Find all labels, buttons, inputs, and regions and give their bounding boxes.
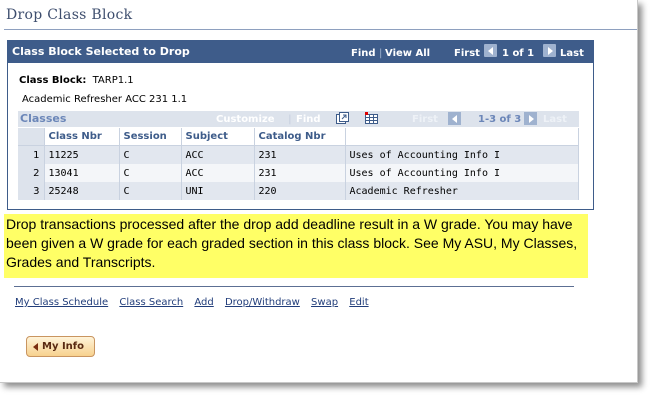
catalog-nbr-cell: 231 <box>254 164 346 182</box>
back-arrow-icon <box>33 342 38 351</box>
footer-divider <box>14 286 574 287</box>
description-cell: Academic Refresher <box>345 182 579 200</box>
session-cell: C <box>119 164 182 182</box>
session-cell: C <box>119 182 182 200</box>
grid-next-arrow-icon[interactable] <box>524 112 537 125</box>
classes-title: Classes <box>20 112 67 125</box>
subject-cell: ACC <box>181 164 255 182</box>
grid-separator: | <box>288 114 292 125</box>
catalog-nbr-cell: 220 <box>254 182 346 200</box>
main-window: Drop Class Block Class Block Selected to… <box>0 0 638 383</box>
view-all-icon[interactable] <box>336 112 349 124</box>
grid-range-label: 1-3 of 3 <box>478 114 522 125</box>
my-class-schedule-link[interactable]: My Class Schedule <box>15 297 108 308</box>
my-info-label: My Info <box>42 341 85 352</box>
catalog-nbr-cell: 231 <box>254 145 346 164</box>
subject-cell: ACC <box>181 145 255 164</box>
prev-arrow-icon[interactable] <box>484 44 497 57</box>
class-block-label: Class Block: <box>19 75 87 86</box>
customize-link[interactable]: Customize <box>216 114 275 125</box>
column-header: Session <box>119 128 182 146</box>
last-label: Last <box>560 48 584 59</box>
session-cell: C <box>119 145 182 164</box>
title-divider <box>4 29 637 30</box>
panel-header: Class Block Selected to Drop Find | View… <box>8 41 593 63</box>
next-arrow-icon[interactable] <box>543 44 556 57</box>
action-links: My Class Schedule Class Search Add Drop/… <box>15 297 377 308</box>
edit-link[interactable]: Edit <box>349 297 368 308</box>
panel-title: Class Block Selected to Drop <box>12 45 190 58</box>
subject-cell: UNI <box>181 182 255 200</box>
class-block-panel: Class Block Selected to Drop Find | View… <box>7 40 594 210</box>
grid-first-label: First <box>412 114 438 125</box>
column-header: Class Nbr <box>44 128 120 146</box>
class-block-value: TARP1.1 <box>92 75 134 86</box>
table-row: 2 13041 C ACC 231 Uses of Accounting Inf… <box>18 164 579 182</box>
table-row: 1 11225 C ACC 231 Uses of Accounting Inf… <box>18 145 579 164</box>
add-link[interactable]: Add <box>194 297 213 308</box>
page-title: Drop Class Block <box>6 7 133 23</box>
drop-warning-notice: Drop transactions processed after the dr… <box>4 214 588 278</box>
find-link[interactable]: Find <box>351 48 376 59</box>
row-number: 1 <box>18 145 45 164</box>
range-label: 1 of 1 <box>502 48 535 59</box>
nav-separator: | <box>379 48 383 59</box>
row-number-header <box>18 128 45 146</box>
class-nbr-cell: 13041 <box>44 164 120 182</box>
grid-prev-arrow-icon[interactable] <box>448 112 461 125</box>
class-block-field: Class Block: TARP1.1 <box>19 75 134 86</box>
row-number: 2 <box>18 164 45 182</box>
class-search-link[interactable]: Class Search <box>119 297 183 308</box>
column-header: Subject <box>181 128 255 146</box>
description-cell: Uses of Accounting Info I <box>345 145 579 164</box>
table-row: 3 25248 C UNI 220 Academic Refresher <box>18 182 579 200</box>
classes-table: Class Nbr Session Subject Catalog Nbr 1 … <box>18 128 579 200</box>
class-block-description: Academic Refresher ACC 231 1.1 <box>22 94 188 105</box>
first-label: First <box>454 48 480 59</box>
class-nbr-cell: 11225 <box>44 145 120 164</box>
table-header-row: Class Nbr Session Subject Catalog Nbr <box>18 128 579 146</box>
column-header <box>345 128 579 146</box>
swap-link[interactable]: Swap <box>311 297 338 308</box>
row-number: 3 <box>18 182 45 200</box>
view-all-link[interactable]: View All <box>385 48 430 59</box>
classes-grid-header: Classes Customize | Find First 1-3 of 3 … <box>18 111 579 127</box>
my-info-button[interactable]: My Info <box>26 336 95 357</box>
column-header: Catalog Nbr <box>254 128 346 146</box>
grid-find-link[interactable]: Find <box>296 114 321 125</box>
download-grid-icon[interactable] <box>365 112 378 124</box>
drop-withdraw-link[interactable]: Drop/Withdraw <box>225 297 300 308</box>
description-cell: Uses of Accounting Info I <box>345 164 579 182</box>
grid-last-label: Last <box>543 114 567 125</box>
class-nbr-cell: 25248 <box>44 182 120 200</box>
